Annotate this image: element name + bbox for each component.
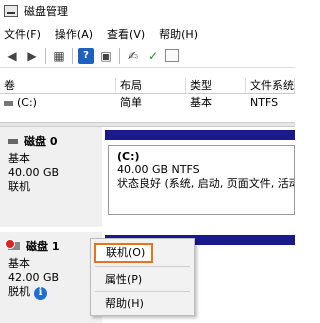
toolbar-separator xyxy=(119,47,120,64)
disk-1-status: 脱机 xyxy=(8,285,30,298)
back-arrow-icon[interactable]: ◀ xyxy=(4,48,20,64)
context-menu: 联机(O) 属性(P) 帮助(H) xyxy=(90,238,195,316)
info-icon[interactable]: i xyxy=(34,286,47,300)
volume-layout: 简单 xyxy=(120,96,142,109)
disk-0-size: 40.00 GB xyxy=(8,166,60,179)
volume-name: (C:) xyxy=(17,96,37,109)
menu-separator xyxy=(95,266,190,267)
partition-name: (C:) xyxy=(117,150,140,163)
menu-help[interactable]: 帮助(H) xyxy=(155,26,202,42)
partition-status: 状态良好 (系统, 启动, 页面文件, 活动, 故 xyxy=(117,177,294,190)
column-layout[interactable]: 布局 xyxy=(116,78,186,93)
column-volume[interactable]: 卷 xyxy=(0,78,116,93)
volume-type: 基本 xyxy=(190,96,212,109)
toolbar: ◀ ▶ ▦ ? ▣ ✍ ✓ xyxy=(0,44,295,68)
volume-filesystem: NTFS xyxy=(250,96,279,109)
disk-0-type: 基本 xyxy=(8,152,30,165)
disk-0-label[interactable]: 磁盘 0 基本 40.00 GB 联机 xyxy=(0,127,102,227)
disk-1-size: 42.00 GB xyxy=(8,271,60,284)
column-filesystem[interactable]: 文件系统 xyxy=(246,78,295,93)
volume-table-header: 卷 布局 类型 文件系统 xyxy=(0,78,295,94)
check-document-icon[interactable]: ✓ xyxy=(145,48,161,64)
connect-icon[interactable]: ✍ xyxy=(125,48,141,64)
properties-icon[interactable] xyxy=(165,49,179,62)
title-bar: 磁盘管理 xyxy=(0,0,295,22)
disk-0-name: 磁盘 0 xyxy=(24,135,58,148)
list-view-icon[interactable]: ▦ xyxy=(51,48,67,64)
menu-item-properties[interactable]: 属性(P) xyxy=(91,270,194,290)
toolbar-separator xyxy=(45,47,46,64)
volume-icon xyxy=(4,100,13,106)
disk-0-status: 联机 xyxy=(8,180,30,193)
partition-c[interactable]: (C:) 40.00 GB NTFS 状态良好 (系统, 启动, 页面文件, 活… xyxy=(108,145,295,215)
menu-action[interactable]: 操作(A) xyxy=(51,26,97,42)
menu-view[interactable]: 查看(V) xyxy=(103,26,149,42)
menu-file[interactable]: 文件(F) xyxy=(0,26,45,42)
menu-item-online[interactable]: 联机(O) xyxy=(94,243,153,263)
menu-bar: 文件(F) 操作(A) 查看(V) 帮助(H) xyxy=(0,24,295,44)
toolbar-separator xyxy=(72,47,73,64)
disk-icon xyxy=(8,138,18,144)
disk-management-icon xyxy=(4,5,18,17)
menu-item-help[interactable]: 帮助(H) xyxy=(91,294,194,314)
forward-arrow-icon[interactable]: ▶ xyxy=(24,48,40,64)
menu-separator xyxy=(95,291,190,292)
disk-1-name: 磁盘 1 xyxy=(26,240,60,253)
offline-disk-icon xyxy=(5,239,20,250)
panel-view-icon[interactable]: ▣ xyxy=(98,48,114,64)
partition-header-bar xyxy=(105,130,295,140)
disk-0-area: (C:) 40.00 GB NTFS 状态良好 (系统, 启动, 页面文件, 活… xyxy=(105,130,295,225)
column-type[interactable]: 类型 xyxy=(186,78,246,93)
partition-size: 40.00 GB NTFS xyxy=(117,163,200,176)
help-icon[interactable]: ? xyxy=(78,47,94,64)
disk-1-label[interactable]: 磁盘 1 基本 42.00 GB 脱机 i xyxy=(0,232,102,323)
window-title: 磁盘管理 xyxy=(24,5,68,18)
table-row[interactable]: (C:) 简单 基本 NTFS xyxy=(0,95,295,111)
disk-1-type: 基本 xyxy=(8,257,30,270)
